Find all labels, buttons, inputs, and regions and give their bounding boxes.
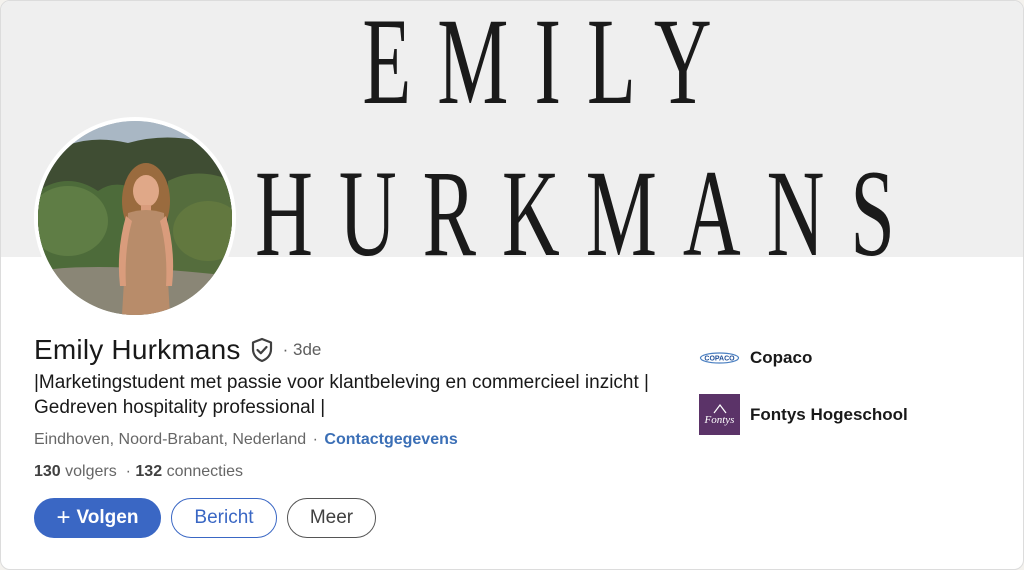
- org-item-fontys[interactable]: Fontys Fontys Hogeschool: [699, 394, 908, 435]
- location-text: Eindhoven, Noord-Brabant, Nederland: [34, 431, 307, 448]
- connection-degree: · 3de: [282, 340, 322, 359]
- followers-label: volgers: [65, 463, 117, 480]
- profile-photo: [38, 121, 232, 315]
- org-item-copaco[interactable]: COPACO Copaco: [699, 337, 908, 378]
- followers-count: 130: [34, 463, 61, 480]
- location-row: Eindhoven, Noord-Brabant, Nederland · Co…: [34, 431, 458, 449]
- profile-photo-illustration: [38, 121, 232, 315]
- org-name-fontys: Fontys Hogeschool: [750, 404, 908, 424]
- profile-headline: |Marketingstudent met passie voor klantb…: [34, 372, 649, 418]
- message-button[interactable]: Bericht: [171, 498, 277, 538]
- copaco-logo-icon: COPACO: [699, 337, 740, 378]
- avatar[interactable]: [34, 117, 236, 319]
- network-stats: 130 volgers · 132 connecties: [34, 463, 243, 481]
- banner-text-first-name: EMILY: [362, 1, 738, 131]
- more-button-label: Meer: [309, 507, 354, 528]
- fontys-logo-text: Fontys: [704, 413, 735, 426]
- location-separator: ·: [312, 431, 318, 448]
- name-row: Emily Hurkmans · 3de: [34, 333, 321, 367]
- profile-actions: + Volgen Bericht Meer: [34, 498, 376, 538]
- message-button-label: Bericht: [194, 507, 254, 528]
- verified-shield-icon[interactable]: [249, 337, 275, 363]
- fontys-logo-icon: Fontys: [699, 394, 740, 435]
- follow-button-label: Volgen: [76, 507, 139, 528]
- org-name-copaco: Copaco: [750, 347, 813, 367]
- follow-button[interactable]: + Volgen: [34, 498, 161, 538]
- connections-label[interactable]: connecties: [167, 463, 244, 480]
- profile-name: Emily Hurkmans: [34, 334, 241, 365]
- connections-separator: ·: [125, 463, 131, 480]
- copaco-logo-text: COPACO: [704, 355, 735, 362]
- contact-info-link[interactable]: Contactgegevens: [324, 431, 457, 448]
- more-button[interactable]: Meer: [287, 498, 376, 538]
- connections-count[interactable]: 132: [135, 463, 162, 480]
- organizations-list: COPACO Copaco Fontys Fontys Hogeschool: [699, 337, 908, 451]
- profile-card: EMILY HURKMANS Emily Hurkmans · 3de |Mar…: [0, 0, 1024, 570]
- plus-icon: +: [56, 504, 71, 531]
